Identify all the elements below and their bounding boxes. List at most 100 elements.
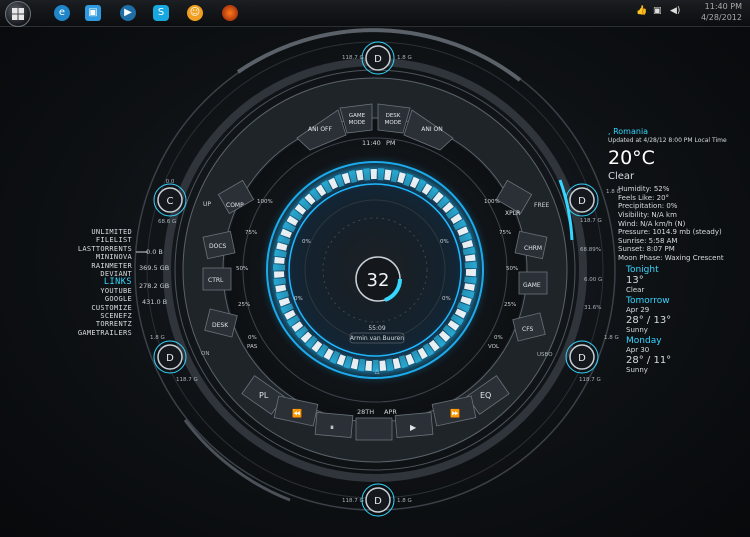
link-item[interactable]: TORRENTZ (60, 320, 132, 328)
tonight-temp: 13° (626, 274, 644, 286)
link-item[interactable]: LASTTORRENTS (60, 245, 132, 253)
weather-detail: Sunset: 8:07 PM (618, 245, 675, 254)
drive-bottom-letter: D (374, 496, 382, 507)
drive-node-left-c[interactable]: C (153, 183, 187, 217)
right-tick-75: 75% (499, 230, 511, 236)
month-label: APR (384, 408, 397, 416)
outer-right-mid2: 6.00 G (584, 277, 602, 283)
track-artist: Armin van Buuren (350, 335, 404, 342)
tonight-cond: Clear (626, 285, 645, 294)
drive-right-c-letter: D (578, 196, 586, 207)
left-tick-25: 25% (238, 302, 250, 308)
link-item[interactable]: CUSTOMIZE (60, 304, 132, 312)
weather-detail: Feels Like: 20° (618, 193, 670, 202)
drive-top-letter: D (374, 54, 382, 65)
tonight-label: Tonight (626, 264, 659, 275)
outer-right-bottom: 118.7 G (579, 377, 601, 383)
drive-left-d-letter: D (166, 353, 174, 364)
c-free: 369.5 GB (139, 264, 170, 272)
monday-cond: Sunny (626, 365, 648, 374)
weather-updated: Updated at 4/28/12 8:00 PM Local Time (608, 136, 727, 144)
right-tick-vol: VOL (488, 344, 500, 350)
pause-button[interactable] (314, 412, 354, 438)
weather-location: , Romania (608, 127, 649, 136)
outer-left-mid: 68.6 G (158, 219, 176, 225)
stop-button[interactable] (355, 417, 393, 441)
d-free: 431.0 B (142, 298, 168, 306)
xplr-label: XPLR (505, 210, 520, 217)
left-tick-75: 75% (245, 230, 257, 236)
outer-left-lower2: 118.7 G (176, 377, 198, 383)
drive-node-top[interactable]: D (361, 41, 395, 75)
game-mode-label-2: MODE (349, 120, 366, 126)
weather-detail: Pressure: 1014.9 mb (steady) (618, 228, 722, 237)
inner-left-1: 0% (294, 296, 303, 302)
left-tick-pas: PAS (247, 344, 258, 350)
c-used: 0.0 B (146, 248, 163, 256)
link-item[interactable]: SCENEFZ (60, 312, 132, 320)
outer-bottom-right: 1.8 G (397, 498, 412, 504)
triangle-icon: △ (375, 368, 380, 375)
rewind-icon: ⏪ (292, 408, 302, 418)
right-tick-0: 0% (494, 335, 503, 341)
forward-icon: ⏩ (450, 408, 460, 418)
cfs-label: CFS (522, 326, 534, 333)
track-time: 55:09 (368, 325, 385, 332)
weather-detail: Precipitation: 0% (618, 202, 678, 211)
link-item[interactable]: MININOVA (60, 253, 132, 261)
ani-on-label: ANI ON (421, 126, 442, 133)
drive-node-right-d[interactable]: D (565, 340, 599, 374)
link-item[interactable]: FILELIST (60, 236, 132, 244)
outer-top-left: 118.7 G (342, 55, 364, 61)
right-tick-25: 25% (504, 302, 516, 308)
weather-detail: Humidity: 52% (618, 185, 670, 194)
right-tick-50: 50% (506, 266, 518, 272)
monday-temp: 28° / 11° (626, 354, 672, 366)
drive-node-right-c[interactable]: D (565, 183, 599, 217)
drive-left-c-letter: C (167, 196, 174, 207)
drive-right-d-letter: D (578, 353, 586, 364)
weather-detail: Wind: N/A km/h (N) (618, 219, 686, 228)
weather-temp: 20°C (608, 147, 655, 170)
outer-left-lower: 1.8 G (150, 335, 165, 341)
comp-label: COMP (226, 202, 244, 209)
center-value: 32 (367, 270, 390, 291)
link-item[interactable]: RAINMETER (60, 262, 132, 270)
links-panel: UNLIMITED FILELIST LASTTORRENTS MININOVA… (60, 228, 132, 337)
outer-left-top: 0.0 (166, 179, 175, 185)
outer-top-right: 1.8 G (397, 55, 412, 61)
outer-left-on: ON (201, 351, 209, 357)
right-tick-100: 100% (484, 199, 500, 205)
inner-left-0: 0% (302, 239, 311, 245)
up-label: UP (203, 201, 211, 208)
eq-label: EQ (480, 391, 491, 400)
desk-mode-label: DESK (386, 113, 401, 119)
pause-icon: ⏸ (330, 423, 334, 432)
outer-right-usb: USBO (537, 352, 553, 358)
monday-label: Monday (626, 336, 662, 347)
weather-detail: Visibility: N/A km (618, 210, 677, 219)
game-mode-label: GAME (349, 113, 366, 119)
weather-condition: Clear (608, 171, 635, 183)
link-item[interactable]: YOUTUBE (60, 287, 132, 295)
tomorrow-cond: Sunny (626, 325, 648, 334)
outer-right-lower2: 118.7 G (580, 218, 602, 224)
weather-detail: Sunrise: 5:58 AM (618, 236, 678, 245)
outer-right-mid3: 31.6% (584, 305, 601, 311)
tomorrow-temp: 28° / 13° (626, 314, 672, 326)
clock-ampm: PM (386, 139, 396, 147)
link-item[interactable]: GOOGLE (60, 295, 132, 303)
center-dial[interactable]: 32 (355, 256, 403, 302)
inner-right-0: 0% (440, 239, 449, 245)
chrm-label: CHRM (524, 245, 542, 252)
drive-node-left-d[interactable]: D (153, 340, 187, 374)
drive-node-bottom[interactable]: D (361, 483, 395, 517)
free-label: FREE (534, 202, 549, 209)
docs-label: DOCS (209, 243, 227, 250)
outer-bottom-left: 118.7 G (342, 498, 364, 504)
link-item[interactable]: UNLIMITED (60, 228, 132, 236)
date-label: 28TH (357, 408, 374, 416)
link-item[interactable]: GAMETRAILERS (60, 329, 132, 337)
left-tick-50: 50% (236, 266, 248, 272)
ani-off-label: ANI OFF (308, 126, 332, 133)
